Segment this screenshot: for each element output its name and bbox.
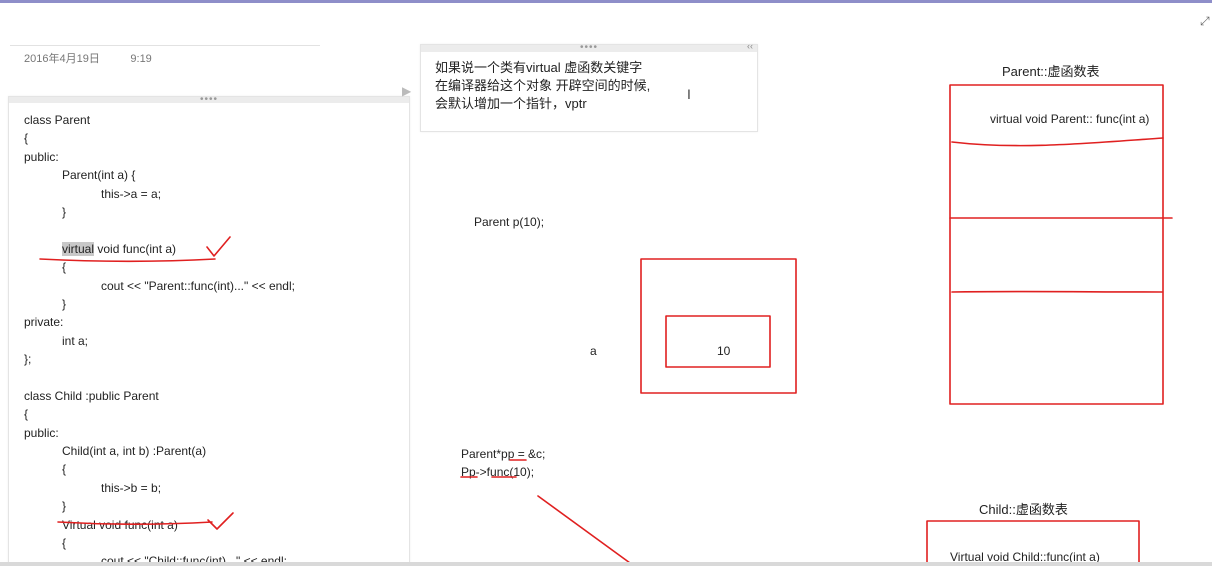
code-line: }: [24, 295, 295, 313]
code-line: {: [24, 534, 295, 552]
code-line-text: }: [62, 204, 67, 219]
code-line: private:: [24, 313, 295, 331]
code-line: this->a = a;: [24, 185, 295, 203]
parent-vtable-entry: virtual void Parent:: func(int a): [990, 112, 1150, 126]
code-line-text: {: [62, 535, 67, 550]
code-line: Child(int a, int b) :Parent(a): [24, 442, 295, 460]
note-text[interactable]: 如果说一个类有virtual 虚函数关键字 在编译器给这个对象 开辟空间的时候,…: [435, 59, 650, 113]
code-line-text: public:: [24, 149, 59, 164]
code-line: Virtual void func(int a): [24, 516, 295, 534]
code-line-text: int a;: [62, 333, 89, 348]
pointer-decl-label: Parent*pp = &c;: [461, 447, 546, 461]
close-icon[interactable]: ‹‹: [747, 41, 753, 51]
parent-vtable-title: Parent::虚函数表: [1002, 64, 1100, 79]
pointer-call-label: Pp->func(10);: [461, 465, 535, 479]
code-line: virtual void func(int a): [24, 240, 295, 258]
expand-arrow-icon[interactable]: ▶: [402, 84, 411, 98]
note-line-1: 如果说一个类有virtual 虚函数关键字: [435, 60, 643, 75]
code-line: class Parent: [24, 111, 295, 129]
member-a-label: a: [590, 344, 597, 358]
code-line-text: {: [24, 407, 29, 422]
code-line: class Child :public Parent: [24, 387, 295, 405]
code-line-text: this->a = a;: [101, 186, 162, 201]
code-line-text: void func(int a): [94, 241, 177, 256]
member-a-value: 10: [717, 344, 731, 358]
code-panel-header[interactable]: ••••: [9, 97, 409, 105]
page-date-time: 9:19: [130, 53, 152, 65]
code-line: public:: [24, 424, 295, 442]
pointer-arrow-line: [537, 495, 631, 564]
note-line-3: 会默认增加一个指针，vptr: [435, 96, 587, 111]
code-line-text: private:: [24, 315, 64, 330]
code-line-text: {: [62, 462, 67, 477]
text-cursor-icon: I: [687, 86, 691, 102]
code-line: {: [24, 460, 295, 478]
code-line-text: public:: [24, 425, 59, 440]
object-p-outer-box: [640, 258, 797, 394]
code-line-text: {: [62, 260, 67, 275]
code-line: {: [24, 405, 295, 423]
note-panel[interactable]: •••• ‹‹ 如果说一个类有virtual 虚函数关键字 在编译器给这个对象 …: [420, 41, 758, 132]
object-p-member-box: [665, 315, 771, 368]
code-line-text: this->b = b;: [101, 480, 162, 495]
page-date-day: 2016年4月19日: [24, 53, 100, 65]
code-line: {: [24, 258, 295, 276]
code-line-text: {: [24, 131, 29, 146]
parent-vtable-row-1: [951, 137, 1164, 147]
code-line-text: };: [24, 352, 32, 367]
code-line: };: [24, 350, 295, 368]
code-block[interactable]: class Parent{public: Parent(int a) {this-…: [24, 111, 295, 563]
window-top-strip: [0, 0, 1212, 3]
code-line-text: class Child :public Parent: [24, 388, 159, 403]
code-line-text: Virtual void func(int a): [62, 517, 178, 532]
code-line-text: }: [62, 296, 67, 311]
expand-corner-icon[interactable]: ⤢: [1200, 14, 1210, 29]
code-line-text: }: [62, 499, 67, 514]
code-line-text: cout << "Parent::func(int)..." << endl;: [101, 278, 295, 293]
code-line: public:: [24, 148, 295, 166]
bottom-scrollbar-strip[interactable]: [0, 562, 1212, 566]
code-line: }: [24, 497, 295, 515]
code-line: }: [24, 203, 295, 221]
code-line: cout << "Parent::func(int)..." << endl;: [24, 277, 295, 295]
page-date: 2016年4月19日 9:19: [24, 50, 152, 66]
grip-dots-icon[interactable]: ••••: [200, 97, 218, 105]
code-line: this->b = b;: [24, 479, 295, 497]
grip-dots-icon[interactable]: ••••: [580, 42, 598, 53]
code-panel[interactable]: •••• class Parent{public: Parent(int a) {…: [8, 96, 410, 564]
code-line: {: [24, 129, 295, 147]
note-line-2: 在编译器给这个对象 开辟空间的时候,: [435, 78, 651, 93]
code-keyword-highlight: virtual: [62, 241, 95, 256]
code-line: Parent(int a) {: [24, 166, 295, 184]
code-line: int a;: [24, 332, 295, 350]
date-divider: [10, 45, 320, 46]
parent-decl-label: Parent p(10);: [474, 215, 545, 229]
child-vtable-title: Child::虚函数表: [979, 502, 1068, 517]
code-line-text: class Parent: [24, 113, 91, 127]
code-line-text: Parent(int a) {: [62, 168, 136, 183]
code-line-text: Child(int a, int b) :Parent(a): [62, 444, 207, 459]
parent-vtable-box: [949, 84, 1164, 405]
note-panel-header[interactable]: •••• ‹‹: [421, 41, 757, 53]
